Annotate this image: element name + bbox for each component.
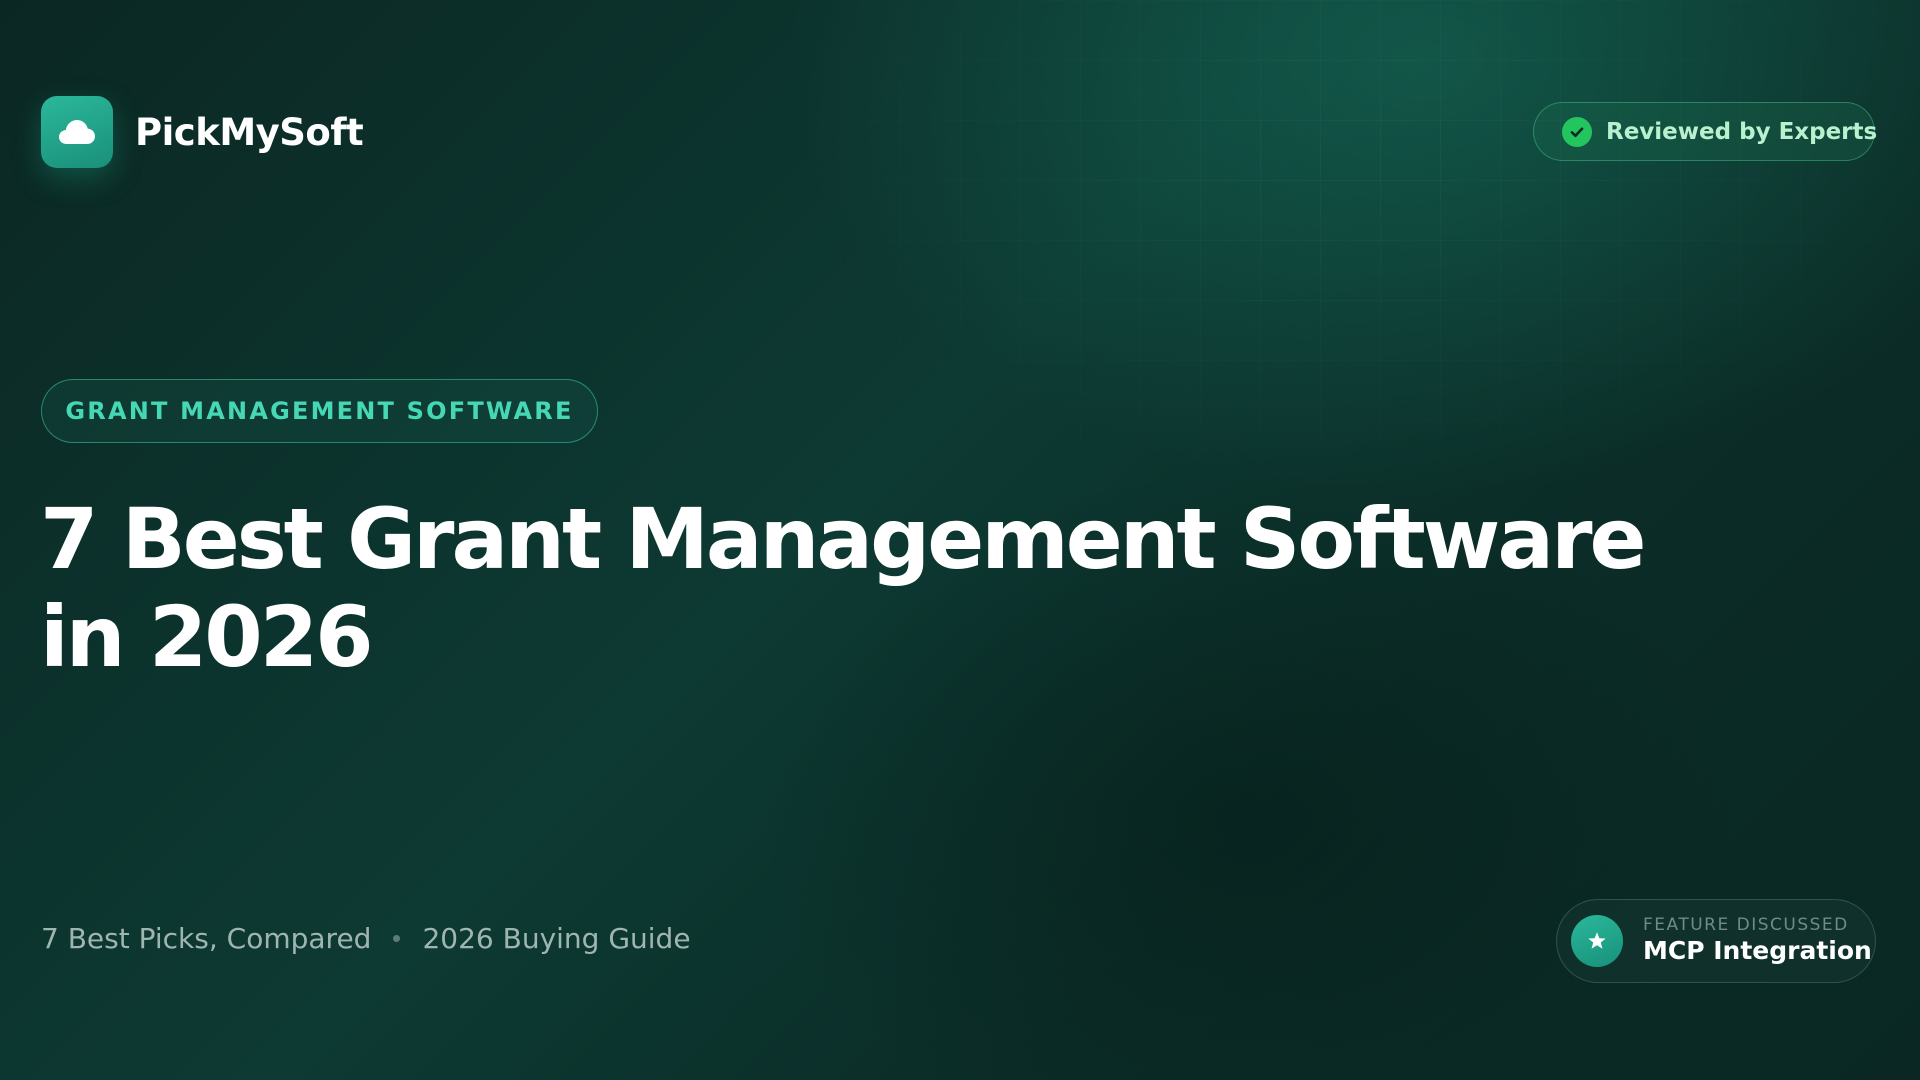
title-line-2: in 2026 — [40, 588, 374, 686]
star-icon — [1571, 915, 1623, 967]
brand[interactable]: PickMySoft — [41, 96, 364, 168]
title-line-1: 7 Best Grant Management Software — [40, 490, 1646, 588]
reviewed-text: Reviewed by Experts — [1606, 118, 1878, 145]
meta-item-guide: 2026 Buying Guide — [422, 922, 691, 955]
feature-label: FEATURE DISCUSSED — [1643, 915, 1849, 935]
separator-dot-icon — [393, 935, 401, 942]
feature-value: MCP Integration — [1643, 936, 1872, 965]
feature-texts: FEATURE DISCUSSED MCP Integration — [1643, 915, 1872, 967]
check-circle-icon — [1562, 116, 1592, 147]
hero-banner: PickMySoft Reviewed by Experts GRANT MAN… — [0, 0, 1920, 1080]
reviewed-badge: Reviewed by Experts — [1533, 102, 1878, 161]
cloud-icon — [59, 120, 95, 144]
brand-logo — [41, 96, 113, 168]
meta-line: 7 Best Picks, Compared 2026 Buying Guide — [41, 922, 691, 955]
feature-badge: FEATURE DISCUSSED MCP Integration — [1556, 899, 1876, 983]
meta-item-picks: 7 Best Picks, Compared — [41, 922, 372, 955]
brand-name: PickMySoft — [135, 110, 364, 154]
category-tag[interactable]: GRANT MANAGEMENT SOFTWARE — [41, 379, 598, 443]
category-label: GRANT MANAGEMENT SOFTWARE — [65, 397, 574, 425]
page-title: 7 Best Grant Management Software in 2026 — [40, 490, 1740, 686]
